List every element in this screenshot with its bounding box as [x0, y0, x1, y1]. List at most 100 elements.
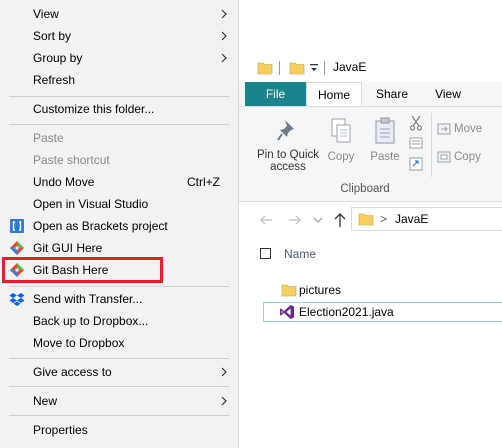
menu-item-new[interactable]: New	[0, 390, 238, 412]
toolbar-divider	[279, 61, 280, 75]
menu-separator	[9, 96, 229, 97]
select-all-checkbox[interactable]	[260, 248, 271, 259]
menu-separator	[9, 415, 229, 416]
paste-label: Paste	[370, 151, 400, 163]
undo-shortcut: Ctrl+Z	[187, 175, 220, 189]
up-arrow-icon[interactable]	[333, 212, 347, 228]
menu-item-paste-label: Paste	[33, 131, 64, 145]
window-title: JavaE	[333, 60, 367, 74]
folder-icon	[358, 213, 374, 226]
scissors-icon[interactable]	[409, 115, 423, 131]
pin-label-line2: access	[270, 161, 306, 173]
ribbon-group-clipboard: Clipboard	[340, 183, 390, 195]
menu-item-undo-move[interactable]: Undo Move Ctrl+Z	[0, 171, 238, 193]
chevron-right-icon	[221, 31, 227, 41]
pin-label-line1: Pin to Quick	[257, 149, 319, 161]
menu-item-customize-label: Customize this folder...	[33, 102, 155, 116]
menu-item-sort-by[interactable]: Sort by	[0, 25, 238, 47]
file-name: pictures	[299, 283, 342, 297]
move-to-label: Move	[454, 123, 483, 136]
address-bar[interactable]: > JavaE	[351, 207, 502, 231]
pin-icon	[277, 120, 294, 141]
tab-view[interactable]: View	[423, 82, 473, 106]
breadcrumb-separator[interactable]: >	[380, 212, 387, 226]
file-name: Election2021.java	[299, 305, 394, 319]
breadcrumb-folder[interactable]: JavaE	[395, 212, 428, 226]
chevron-right-icon	[221, 396, 227, 406]
ribbon-group-divider	[431, 113, 432, 177]
menu-item-properties[interactable]: Properties	[0, 419, 238, 441]
file-explorer-window: JavaE File Home Share View Pin to Quick …	[239, 52, 502, 448]
context-menu: View Sort by Group by Refresh Customize …	[0, 0, 239, 448]
copy-button[interactable]: Copy	[323, 117, 359, 163]
dropbox-icon	[9, 293, 25, 306]
copy-to-label: Copy	[454, 151, 481, 164]
ribbon-home: Pin to Quick access Copy Paste Move Copy…	[239, 106, 502, 202]
tab-file[interactable]: File	[245, 82, 306, 106]
navigation-bar: > JavaE	[239, 202, 502, 238]
git-icon	[10, 241, 24, 255]
menu-separator	[9, 386, 229, 387]
menu-item-sort-by-label: Sort by	[33, 29, 72, 43]
tab-share[interactable]: Share	[367, 82, 417, 106]
column-header-name[interactable]: Name	[284, 247, 316, 261]
menu-item-git-gui-label: Git GUI Here	[33, 241, 103, 255]
menu-item-move-dropbox[interactable]: Move to Dropbox	[0, 332, 238, 354]
menu-item-open-vs-label: Open in Visual Studio	[33, 197, 149, 211]
menu-item-send-transfer[interactable]: Send with Transfer...	[0, 288, 238, 310]
highlight-box	[2, 257, 163, 283]
menu-item-paste-shortcut[interactable]: Paste shortcut	[0, 149, 238, 171]
file-list: Name pictures Election2021.java	[239, 238, 502, 448]
clipboard-icon	[375, 117, 395, 144]
menu-item-refresh[interactable]: Refresh	[0, 69, 238, 91]
menu-item-view[interactable]: View	[0, 3, 238, 25]
chevron-right-icon	[221, 9, 227, 19]
menu-item-group-by[interactable]: Group by	[0, 47, 238, 69]
menu-item-customize-folder[interactable]: Customize this folder...	[0, 98, 238, 120]
folder-icon[interactable]	[257, 60, 273, 76]
menu-item-undo-move-label: Undo Move	[33, 175, 95, 189]
copy-to-button[interactable]: Copy	[437, 151, 481, 163]
menu-item-give-access[interactable]: Give access to	[0, 361, 238, 383]
menu-item-new-label: New	[33, 394, 58, 408]
menu-item-git-gui[interactable]: Git GUI Here	[0, 237, 238, 259]
ribbon-tabs: File Home Share View	[239, 82, 502, 106]
menu-item-properties-label: Properties	[33, 423, 88, 437]
toolbar-divider	[324, 61, 325, 75]
menu-separator	[9, 286, 229, 287]
back-arrow-icon[interactable]	[259, 213, 273, 227]
menu-item-view-label: View	[33, 7, 59, 21]
customize-toolbar-icon[interactable]	[309, 62, 319, 74]
copy-path-icon[interactable]	[409, 137, 423, 149]
move-to-icon	[437, 123, 451, 135]
forward-arrow-icon[interactable]	[288, 213, 302, 227]
title-bar: JavaE	[239, 52, 502, 82]
menu-item-move-dropbox-label: Move to Dropbox	[33, 336, 125, 350]
menu-item-send-transfer-label: Send with Transfer...	[33, 292, 143, 306]
menu-item-backup-dropbox-label: Back up to Dropbox...	[33, 314, 149, 328]
folder-icon[interactable]	[289, 60, 305, 76]
pin-to-quick-access-button[interactable]: Pin to Quick access	[253, 117, 323, 173]
menu-separator	[9, 124, 229, 125]
paste-shortcut-icon[interactable]	[409, 157, 423, 171]
menu-item-backup-dropbox[interactable]: Back up to Dropbox...	[0, 310, 238, 332]
paste-button[interactable]: Paste	[365, 117, 405, 163]
copy-icon	[331, 118, 351, 143]
brackets-icon	[10, 219, 24, 233]
menu-item-group-by-label: Group by	[33, 51, 83, 65]
menu-item-open-visual-studio[interactable]: Open in Visual Studio	[0, 193, 238, 215]
folder-icon	[281, 284, 297, 297]
copy-to-icon	[437, 151, 451, 163]
menu-separator	[9, 358, 229, 359]
tab-home[interactable]: Home	[306, 82, 362, 106]
menu-item-give-access-label: Give access to	[33, 365, 112, 379]
menu-item-refresh-label: Refresh	[33, 73, 76, 87]
chevron-right-icon	[221, 367, 227, 377]
visual-studio-icon	[280, 305, 294, 319]
menu-item-open-brackets[interactable]: Open as Brackets project	[0, 215, 238, 237]
recent-locations-icon[interactable]	[313, 216, 323, 224]
menu-item-paste[interactable]: Paste	[0, 127, 238, 149]
menu-item-paste-shortcut-label: Paste shortcut	[33, 153, 110, 167]
chevron-right-icon	[221, 53, 227, 63]
move-to-button[interactable]: Move	[437, 123, 482, 135]
